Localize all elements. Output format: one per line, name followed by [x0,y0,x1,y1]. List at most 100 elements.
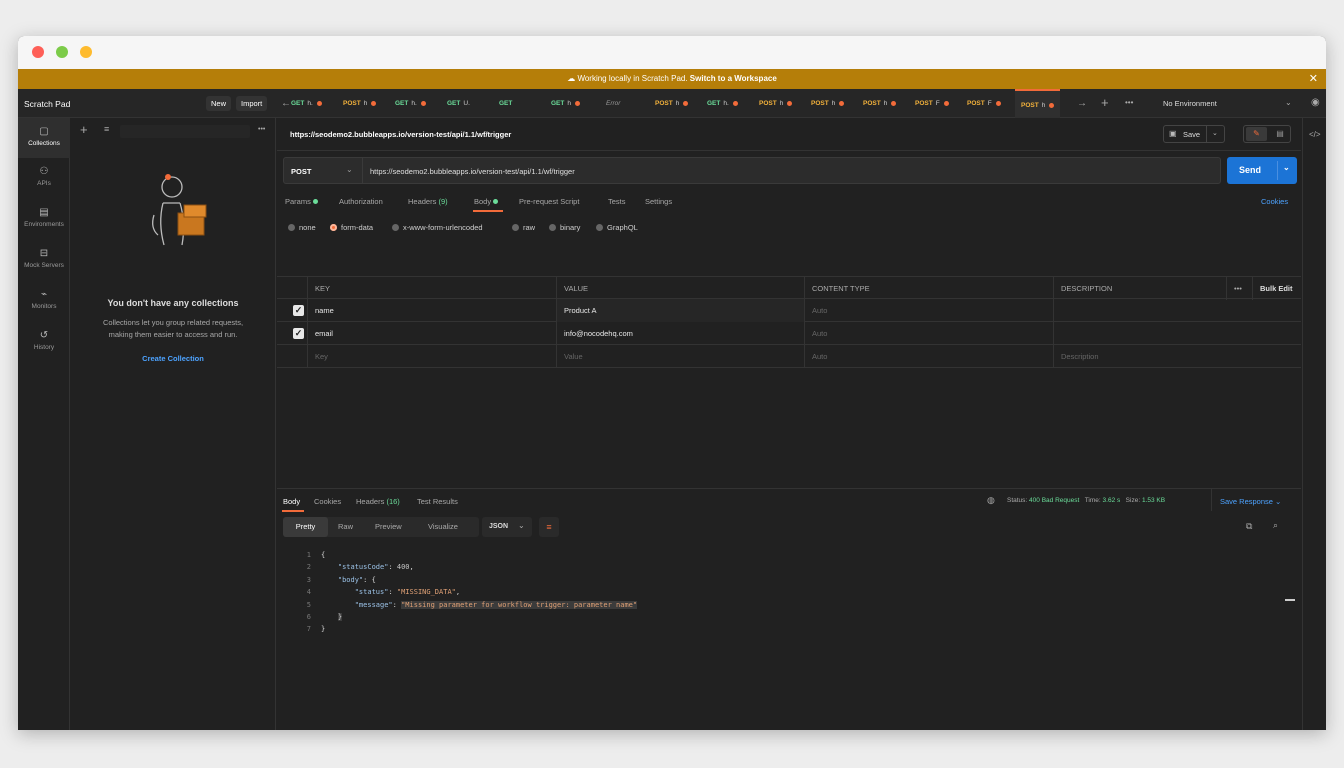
value-placeholder[interactable]: Value [556,345,804,368]
arrow-right-icon[interactable]: → [1077,98,1087,109]
sidebar-item-apis[interactable]: ⚇ APIs [18,166,70,200]
save-response-button[interactable]: Save Response ⌄ [1220,497,1281,506]
description-cell[interactable] [1053,322,1301,345]
tab-tests[interactable]: Tests [608,197,626,206]
tab-method: POST [759,100,777,107]
chevron-down-icon[interactable]: ⌄ [1212,129,1218,137]
request-tab[interactable]: POST h [811,89,845,118]
bulk-edit-button[interactable]: Bulk Edit [1252,277,1301,300]
description-placeholder[interactable]: Description [1053,345,1301,368]
request-tab[interactable]: GET [499,89,515,118]
send-button[interactable]: Send ⌄ [1227,157,1297,184]
documentation-icon[interactable]: ▤ [1271,127,1289,141]
new-tab-icon[interactable]: + [1101,95,1109,110]
new-button[interactable]: New [206,96,232,111]
sidebar-item-monitors[interactable]: ⌁ Monitors [18,289,70,323]
tab-authorization[interactable]: Authorization [339,197,383,206]
tab-response-cookies[interactable]: Cookies [314,497,341,506]
request-tab[interactable]: POST h [863,89,897,118]
create-collection-link[interactable]: Create Collection [70,354,276,363]
body-type-binary[interactable]: binary [549,223,580,232]
key-placeholder[interactable]: Key [307,345,557,368]
environment-select[interactable]: No Environment [1163,99,1217,108]
value-cell[interactable]: Product A [556,299,804,322]
request-tab[interactable]: POST h [655,89,689,118]
tab-prerequest[interactable]: Pre-request Script [519,197,579,206]
sidebar-item-environments[interactable]: ▤ Environments [18,207,70,241]
eye-icon[interactable]: ◉ [1311,97,1320,108]
request-tab[interactable]: POST F [915,89,949,118]
body-type-raw[interactable]: raw [512,223,535,232]
tab-headers[interactable]: Headers (9) [408,197,448,206]
zoom-window-button[interactable] [80,46,92,58]
content-type-cell[interactable]: Auto [804,299,1053,322]
more-tabs-icon[interactable]: ••• [1125,98,1133,107]
request-tab[interactable]: POST h [343,89,377,118]
preview-button[interactable]: Preview [375,517,402,537]
request-tab[interactable]: GET h [551,89,580,118]
format-select[interactable]: JSON ⌄ [482,517,532,537]
request-tab[interactable]: POST h [759,89,793,118]
collapse-pane-icon[interactable] [1285,599,1295,601]
add-collection-icon[interactable]: + [80,122,88,137]
cookies-link[interactable]: Cookies [1261,197,1288,206]
chevron-down-icon[interactable]: ⌄ [1283,163,1290,172]
time-value[interactable]: 3.62 s [1103,497,1121,504]
body-type-urlencoded[interactable]: x-www-form-urlencoded [392,223,483,232]
arrow-left-icon[interactable]: ← [281,98,291,109]
body-type-form-data[interactable]: form-data [330,223,373,232]
visualize-button[interactable]: Visualize [428,517,458,537]
tab-params[interactable]: Params [285,197,318,206]
copy-icon[interactable]: ⧉ [1246,521,1252,532]
content-type-placeholder[interactable]: Auto [804,345,1053,368]
content-type-cell[interactable]: Auto [804,322,1053,345]
pretty-button[interactable]: Pretty [283,517,328,537]
request-tab[interactable]: POST h [1015,89,1061,118]
size-value[interactable]: 1.53 KB [1142,497,1165,504]
status-value[interactable]: 400 Bad Request [1029,497,1079,504]
close-banner-icon[interactable]: ✕ [1309,69,1318,89]
body-type-graphql[interactable]: GraphQL [596,223,638,232]
collection-search-input[interactable] [120,125,250,138]
request-tab[interactable]: GET h. [395,89,426,118]
url-input[interactable]: https://seodemo2.bubbleapps.io/version-t… [370,167,575,176]
pencil-icon[interactable]: ✎ [1246,127,1267,141]
row-checkbox[interactable]: ✓ [293,328,304,339]
chevron-down-icon[interactable]: ⌄ [346,165,353,174]
sidebar-item-collections[interactable]: ▢ Collections [18,118,70,158]
body-type-none[interactable]: none [288,223,316,232]
description-cell[interactable] [1053,299,1301,322]
code-snippet-icon[interactable]: </> [1309,130,1321,139]
request-tab[interactable]: GET U. [447,89,470,118]
save-button[interactable]: ▣ Save ⌄ [1163,125,1225,143]
tab-response-headers[interactable]: Headers (16) [356,497,400,506]
value-cell[interactable]: info@nocodehq.com [556,322,804,345]
minimize-window-button[interactable] [56,46,68,58]
sidebar-item-mock-servers[interactable]: ⊟ Mock Servers [18,248,70,282]
request-tab[interactable]: GET h. [291,89,322,118]
collection-more-icon[interactable]: ••• [258,126,265,133]
request-tab[interactable]: Error [603,89,620,118]
tab-response-body[interactable]: Body [283,497,300,506]
chevron-down-icon[interactable]: ⌄ [1285,98,1292,107]
close-window-button[interactable] [32,46,44,58]
raw-button[interactable]: Raw [338,517,353,537]
filter-icon[interactable]: ≡ [104,124,109,134]
import-button[interactable]: Import [236,96,268,111]
globe-icon[interactable]: ◍ [987,495,995,506]
key-cell[interactable]: name [307,299,557,322]
search-icon[interactable]: ⌕ [1273,520,1278,531]
tab-body[interactable]: Body [474,197,499,206]
wrap-lines-icon[interactable]: ≡ [539,517,559,537]
request-tab[interactable]: GET h. [707,89,738,118]
row-checkbox[interactable]: ✓ [293,305,304,316]
divider [1211,489,1212,511]
request-tab[interactable]: POST F [967,89,1001,118]
sidebar-item-history[interactable]: ↺ History [18,330,70,364]
method-select[interactable]: POST [291,167,311,176]
table-more-icon[interactable]: ••• [1226,277,1252,300]
key-cell[interactable]: email [307,322,557,345]
tab-test-results[interactable]: Test Results [417,497,458,506]
tab-settings[interactable]: Settings [645,197,672,206]
switch-workspace-link[interactable]: Switch to a Workspace [690,74,777,83]
